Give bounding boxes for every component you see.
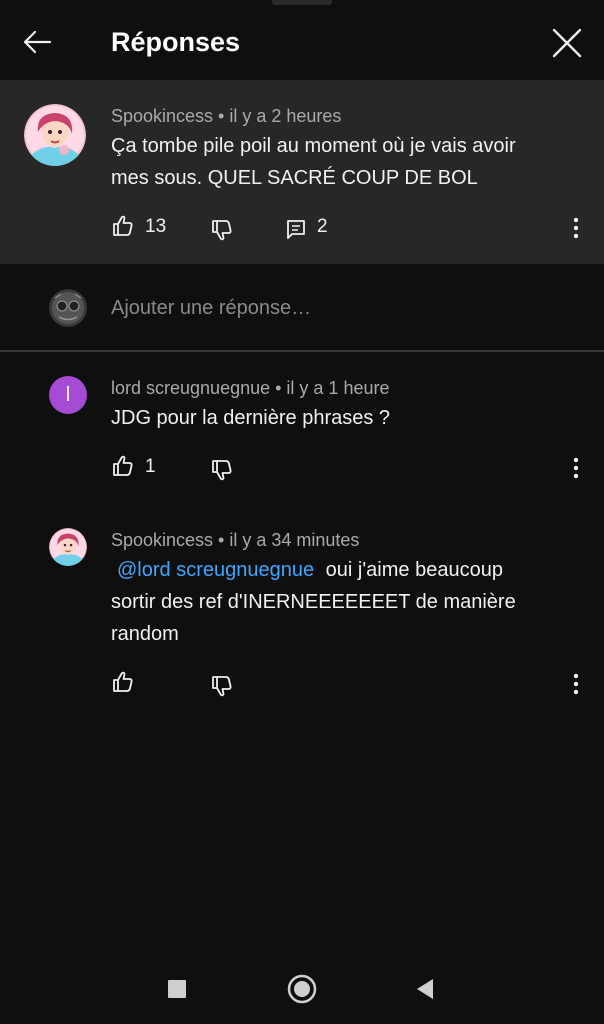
comment-text-line-1: @lord screugnuegnue oui j'aime beaucoup — [111, 554, 503, 586]
replies-header: Réponses — [0, 0, 604, 80]
comment-text: JDG pour la dernière phrases ? — [111, 407, 391, 429]
reply-input-field[interactable]: Ajouter une réponse… — [111, 297, 311, 320]
comment-text: oui j'aime beaucoup — [325, 559, 503, 581]
arrow-left-icon[interactable] — [20, 24, 56, 60]
thumbs-up-icon[interactable] — [111, 670, 135, 694]
avatar[interactable]: l — [49, 376, 87, 414]
avatar[interactable] — [49, 528, 87, 566]
reply-comment-icon[interactable] — [285, 218, 307, 240]
mention-link[interactable]: @lord screugnuegnue — [117, 559, 314, 581]
reply-count: 2 — [317, 216, 328, 237]
thumbs-down-icon[interactable] — [210, 458, 234, 482]
comment-text-line-3: random — [111, 623, 179, 645]
thumbs-down-icon[interactable] — [210, 674, 234, 698]
comment-meta: Spookincess • il y a 2 heures — [111, 106, 342, 126]
comment-text-line-2: sortir des ref d'INERNEEEEEEET de manièr… — [111, 591, 516, 613]
more-options-icon[interactable] — [573, 457, 579, 479]
my-avatar — [49, 289, 87, 327]
parent-comment: Spookincess • il y a 2 heures Ça tombe p… — [0, 80, 604, 264]
comment-meta: Spookincess • il y a 34 minutes — [111, 530, 360, 550]
avatar[interactable] — [24, 104, 86, 166]
more-options-icon[interactable] — [573, 673, 579, 695]
triangle-back-icon[interactable] — [415, 978, 435, 1000]
square-icon[interactable] — [167, 979, 187, 999]
like-count: 1 — [145, 456, 156, 477]
comment-text-line-1: Ça tombe pile poil au moment où je vais … — [111, 135, 516, 157]
thumbs-down-icon[interactable] — [210, 218, 234, 242]
comment-text-line-2: mes sous. QUEL SACRÉ COUP DE BOL — [111, 167, 478, 189]
thumbs-up-icon[interactable] — [111, 454, 135, 478]
page-title: Réponses — [111, 27, 241, 57]
circle-icon[interactable] — [287, 974, 317, 1004]
divider — [0, 350, 604, 352]
like-count: 13 — [145, 216, 167, 237]
more-options-icon[interactable] — [573, 217, 579, 239]
thumbs-up-icon[interactable] — [111, 214, 135, 238]
system-navbar — [0, 955, 604, 1024]
avatar-letter: l — [65, 384, 71, 406]
close-icon[interactable] — [548, 24, 586, 62]
comment-meta: lord screugnuegnue • il y a 1 heure — [111, 378, 390, 398]
